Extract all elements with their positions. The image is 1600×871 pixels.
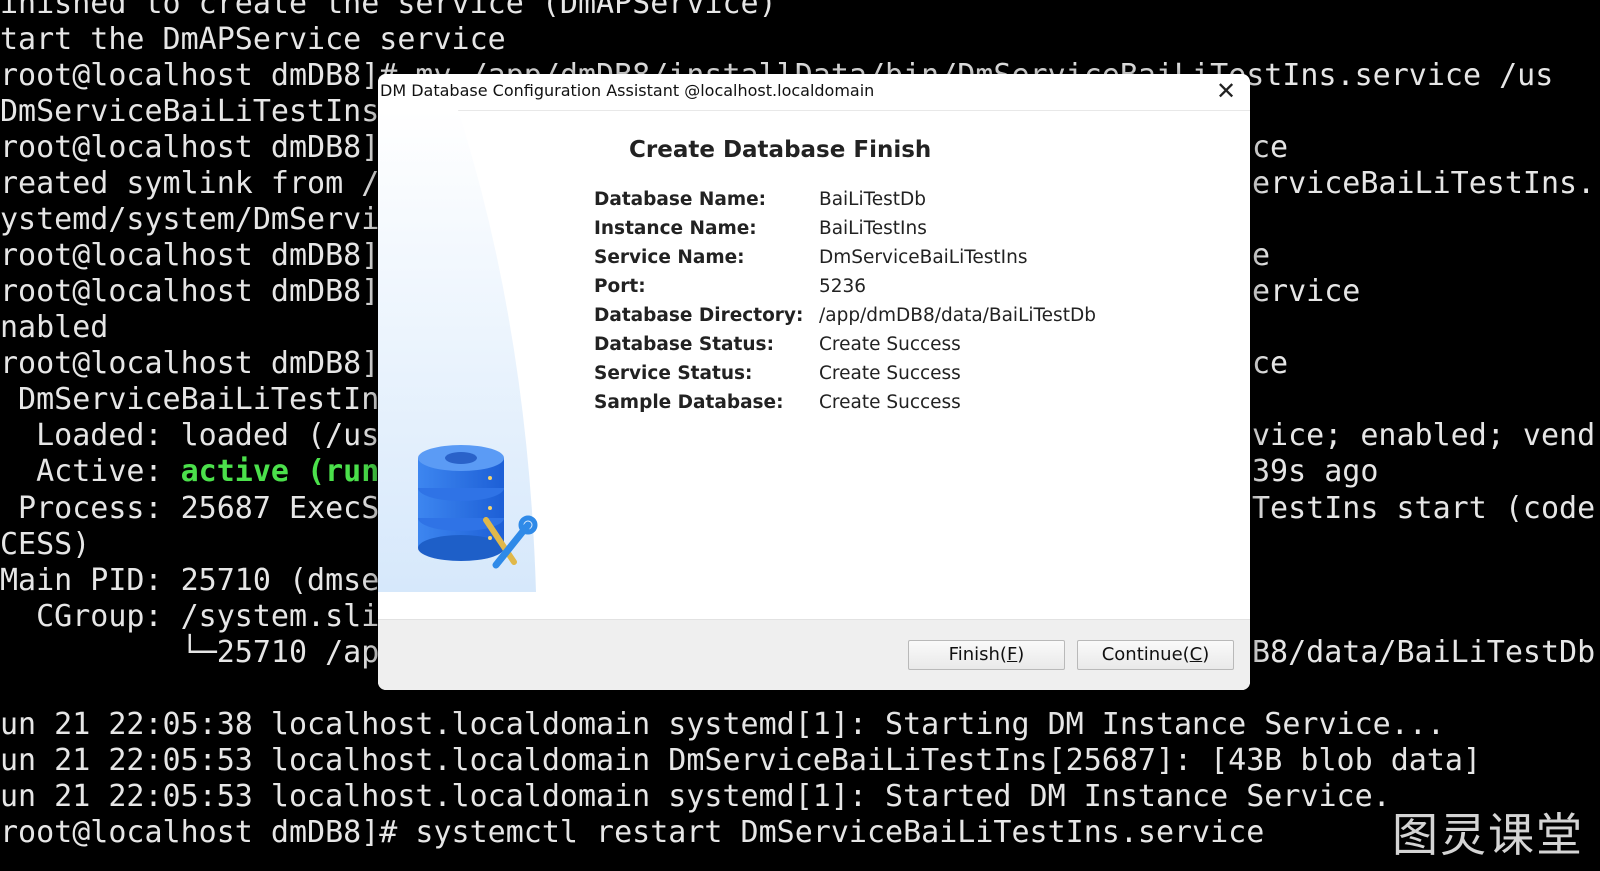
terminal-line: nabled: [0, 310, 109, 345]
dialog-footer: Finish(F) Continue(C): [378, 619, 1250, 690]
terminal-line: root@localhost dmDB8]: [0, 238, 380, 273]
terminal-line: CGroup: /system.sli: [0, 599, 380, 634]
field-label: Database Status:: [594, 334, 774, 355]
terminal-line-prefix: Active:: [0, 454, 181, 489]
field-value: BaiLiTestIns: [819, 218, 927, 239]
config-assistant-dialog: DM Database Configuration Assistant @loc…: [378, 74, 1250, 690]
field-label: Sample Database:: [594, 392, 784, 413]
field-label: Port:: [594, 276, 646, 297]
terminal-line-fragment: ce: [1252, 130, 1289, 165]
watermark: 图灵课堂: [1392, 808, 1584, 862]
terminal-line-fragment: erviceBaiLiTestIns.: [1252, 166, 1596, 201]
field-label: Instance Name:: [594, 218, 757, 239]
terminal-line: un 21 22:05:53 localhost.localdomain DmS…: [0, 743, 1482, 778]
dialog-titlebar[interactable]: DM Database Configuration Assistant @loc…: [378, 74, 1250, 111]
field-value: Create Success: [819, 392, 961, 413]
terminal-line: root@localhost dmDB8]: [0, 346, 380, 381]
terminal-line: DmServiceBaiLiTestIn: [0, 382, 380, 417]
field-value: DmServiceBaiLiTestIns: [819, 247, 1028, 268]
continue-suffix: ): [1202, 644, 1210, 665]
continue-button-label: Continue(: [1101, 644, 1190, 665]
side-illustration: [378, 110, 538, 592]
terminal-line: ystemd/system/DmServi: [0, 202, 380, 237]
terminal-line: un 21 22:05:53 localhost.localdomain sys…: [0, 779, 1391, 814]
terminal-line: Loaded: loaded (/us: [0, 418, 380, 453]
summary-table: Database Name: BaiLiTestDb Instance Name: B…: [594, 189, 1194, 421]
terminal-line: reated symlink from /: [0, 166, 380, 201]
close-icon[interactable]: ✕: [1212, 77, 1240, 105]
field-label: Database Name:: [594, 189, 767, 210]
field-value: /app/dmDB8/data/BaiLiTestDb: [819, 305, 1096, 326]
terminal-line-fragment: B8/data/BaiLiTestDb: [1252, 635, 1596, 670]
active-status-text: active (run: [180, 454, 380, 489]
finish-button-label: Finish(: [948, 644, 1007, 665]
summary-row: Instance Name: BaiLiTestIns: [594, 218, 1194, 247]
summary-row: Database Status: Create Success: [594, 334, 1194, 363]
field-label: Service Name:: [594, 247, 745, 268]
summary-row: Database Name: BaiLiTestDb: [594, 189, 1194, 218]
terminal-line-fragment: e: [1252, 238, 1271, 273]
summary-row: Port: 5236: [594, 276, 1194, 305]
summary-row: Service Status: Create Success: [594, 363, 1194, 392]
dialog-title: DM Database Configuration Assistant @loc…: [380, 81, 875, 100]
terminal-line-fragment: TestIns start (code: [1252, 491, 1596, 526]
field-label: Database Directory:: [594, 305, 804, 326]
field-value: Create Success: [819, 334, 961, 355]
continue-button[interactable]: Continue(C): [1077, 640, 1234, 670]
terminal-line: Active: active (run: [0, 454, 379, 490]
summary-row: Sample Database: Create Success: [594, 392, 1194, 421]
field-label: Service Status:: [594, 363, 753, 384]
terminal-line: Process: 25687 ExecS: [0, 491, 380, 526]
terminal-line: Main PID: 25710 (dmse: [0, 563, 380, 598]
field-value: 5236: [819, 276, 867, 297]
terminal-line-fragment: vice; enabled; vend: [1252, 418, 1596, 453]
summary-row: Service Name: DmServiceBaiLiTestIns: [594, 247, 1194, 276]
terminal-line: └─25710 /ap: [0, 635, 380, 670]
terminal-line: DmServiceBaiLiTestIns: [0, 94, 380, 129]
summary-row: Database Directory: /app/dmDB8/data/BaiLi…: [594, 305, 1194, 334]
field-value: Create Success: [819, 363, 961, 384]
field-value: BaiLiTestDb: [819, 189, 927, 210]
terminal-line: tart the DmAPService service: [0, 22, 506, 57]
dialog-heading: Create Database Finish: [629, 137, 932, 163]
terminal-line: root@localhost dmDB8]: [0, 130, 380, 165]
finish-button[interactable]: Finish(F): [908, 640, 1065, 670]
terminal-line: inished to create the service (DmAPServi…: [0, 0, 777, 21]
finish-mnemonic: F: [1006, 644, 1018, 665]
terminal-line-fragment: ervice: [1252, 274, 1361, 309]
terminal-line-fragment: ce: [1252, 346, 1289, 381]
terminal-line-fragment: 39s ago: [1252, 454, 1379, 489]
terminal-line: root@localhost dmDB8]# systemctl restart…: [0, 815, 1265, 850]
continue-mnemonic: C: [1189, 644, 1203, 665]
finish-suffix: ): [1017, 644, 1025, 665]
terminal-line: CESS): [0, 527, 91, 562]
terminal-line: un 21 22:05:38 localhost.localdomain sys…: [0, 707, 1445, 742]
terminal-line: root@localhost dmDB8]: [0, 274, 380, 309]
